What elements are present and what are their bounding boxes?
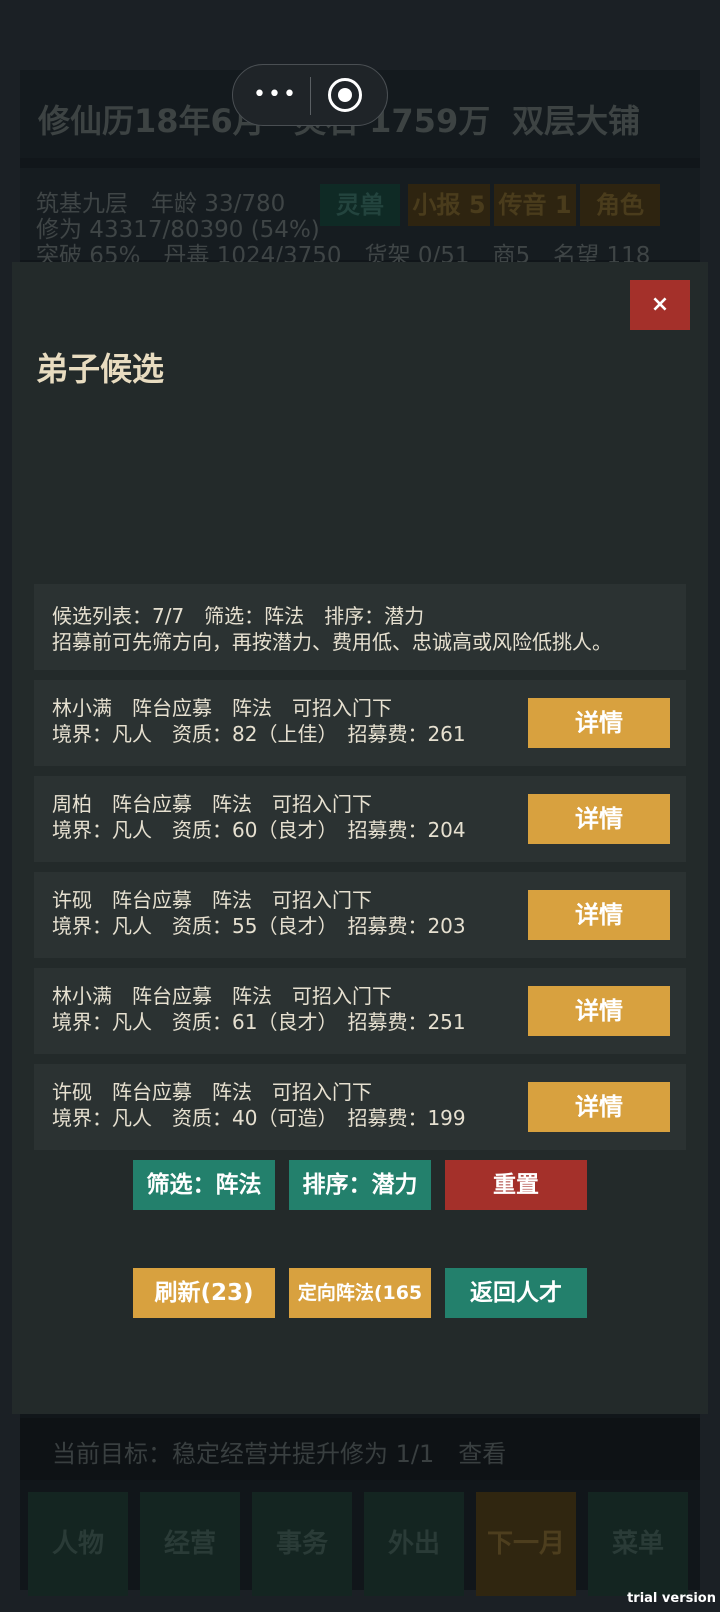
capsule-divider bbox=[310, 77, 311, 115]
reset-button[interactable]: 重置 bbox=[445, 1160, 587, 1210]
nav-menu[interactable]: 菜单 bbox=[588, 1492, 688, 1596]
details-button[interactable]: 详情 bbox=[528, 986, 670, 1036]
spirit-beast-button[interactable]: 灵兽 bbox=[320, 184, 400, 226]
candidate-row: 林小满 阵台应募 阵法 可招入门下 境界：凡人 资质：61（良才） 招募费：25… bbox=[34, 968, 686, 1054]
message-button[interactable]: 传音 1 bbox=[494, 184, 576, 226]
candidate-row: 林小满 阵台应募 阵法 可招入门下 境界：凡人 资质：82（上佳） 招募费：26… bbox=[34, 680, 686, 766]
calendar-date: 修仙历18年6月 bbox=[38, 102, 265, 140]
dialog-title: 弟子候选 bbox=[36, 350, 165, 388]
candidate-name-line: 周柏 阵台应募 阵法 可招入门下 bbox=[52, 792, 372, 816]
shop-name: 双层大铺 bbox=[512, 102, 641, 140]
list-summary: 候选列表：7/7 筛选：阵法 排序：潜力 bbox=[52, 604, 425, 628]
mini-program-capsule[interactable]: ••• bbox=[232, 64, 388, 126]
close-button[interactable]: × bbox=[630, 280, 690, 330]
candidate-stats-line: 境界：凡人 资质：60（良才） 招募费：204 bbox=[52, 818, 466, 842]
candidate-stats-line: 境界：凡人 资质：40（可造） 招募费：199 bbox=[52, 1106, 466, 1130]
nav-business[interactable]: 经营 bbox=[140, 1492, 240, 1596]
details-button[interactable]: 详情 bbox=[528, 1082, 670, 1132]
candidate-row: 许砚 阵台应募 阵法 可招入门下 境界：凡人 资质：40（可造） 招募费：199… bbox=[34, 1064, 686, 1150]
filter-button[interactable]: 筛选：阵法 bbox=[133, 1160, 275, 1210]
candidate-name-line: 林小满 阵台应募 阵法 可招入门下 bbox=[52, 696, 392, 720]
more-dots-icon[interactable]: ••• bbox=[253, 83, 298, 107]
close-target-icon[interactable] bbox=[328, 78, 362, 112]
candidate-row: 周柏 阵台应募 阵法 可招入门下 境界：凡人 资质：60（良才） 招募费：204… bbox=[34, 776, 686, 862]
nav-character[interactable]: 人物 bbox=[28, 1492, 128, 1596]
newspaper-button[interactable]: 小报 5 bbox=[408, 184, 490, 226]
targeted-formation-button[interactable]: 定向阵法(165 bbox=[289, 1268, 431, 1318]
candidate-stats-line: 境界：凡人 资质：55（良才） 招募费：203 bbox=[52, 914, 466, 938]
back-to-talent-button[interactable]: 返回人才 bbox=[445, 1268, 587, 1318]
details-button[interactable]: 详情 bbox=[528, 890, 670, 940]
recruit-tip: 招募前可先筛方向，再按潜力、费用低、忠诚高或风险低挑人。 bbox=[52, 630, 612, 654]
details-button[interactable]: 详情 bbox=[528, 698, 670, 748]
candidate-row: 许砚 阵台应募 阵法 可招入门下 境界：凡人 资质：55（良才） 招募费：203… bbox=[34, 872, 686, 958]
candidate-name-line: 林小满 阵台应募 阵法 可招入门下 bbox=[52, 984, 392, 1008]
nav-next-month[interactable]: 下一月 bbox=[476, 1492, 576, 1596]
candidate-stats-line: 境界：凡人 资质：61（良才） 招募费：251 bbox=[52, 1010, 466, 1034]
nav-outing[interactable]: 外出 bbox=[364, 1492, 464, 1596]
candidate-stats-line: 境界：凡人 资质：82（上佳） 招募费：261 bbox=[52, 722, 466, 746]
trial-watermark: trial version bbox=[627, 1591, 716, 1606]
sort-button[interactable]: 排序：潜力 bbox=[289, 1160, 431, 1210]
nav-affairs[interactable]: 事务 bbox=[252, 1492, 352, 1596]
candidate-name-line: 许砚 阵台应募 阵法 可招入门下 bbox=[52, 888, 372, 912]
character-button[interactable]: 角色 bbox=[580, 184, 660, 226]
candidate-name-line: 许砚 阵台应募 阵法 可招入门下 bbox=[52, 1080, 372, 1104]
goal-text[interactable]: 当前目标：稳定经营并提升修为 1/1 查看 bbox=[52, 1434, 506, 1469]
refresh-button[interactable]: 刷新(23) bbox=[133, 1268, 275, 1318]
details-button[interactable]: 详情 bbox=[528, 794, 670, 844]
